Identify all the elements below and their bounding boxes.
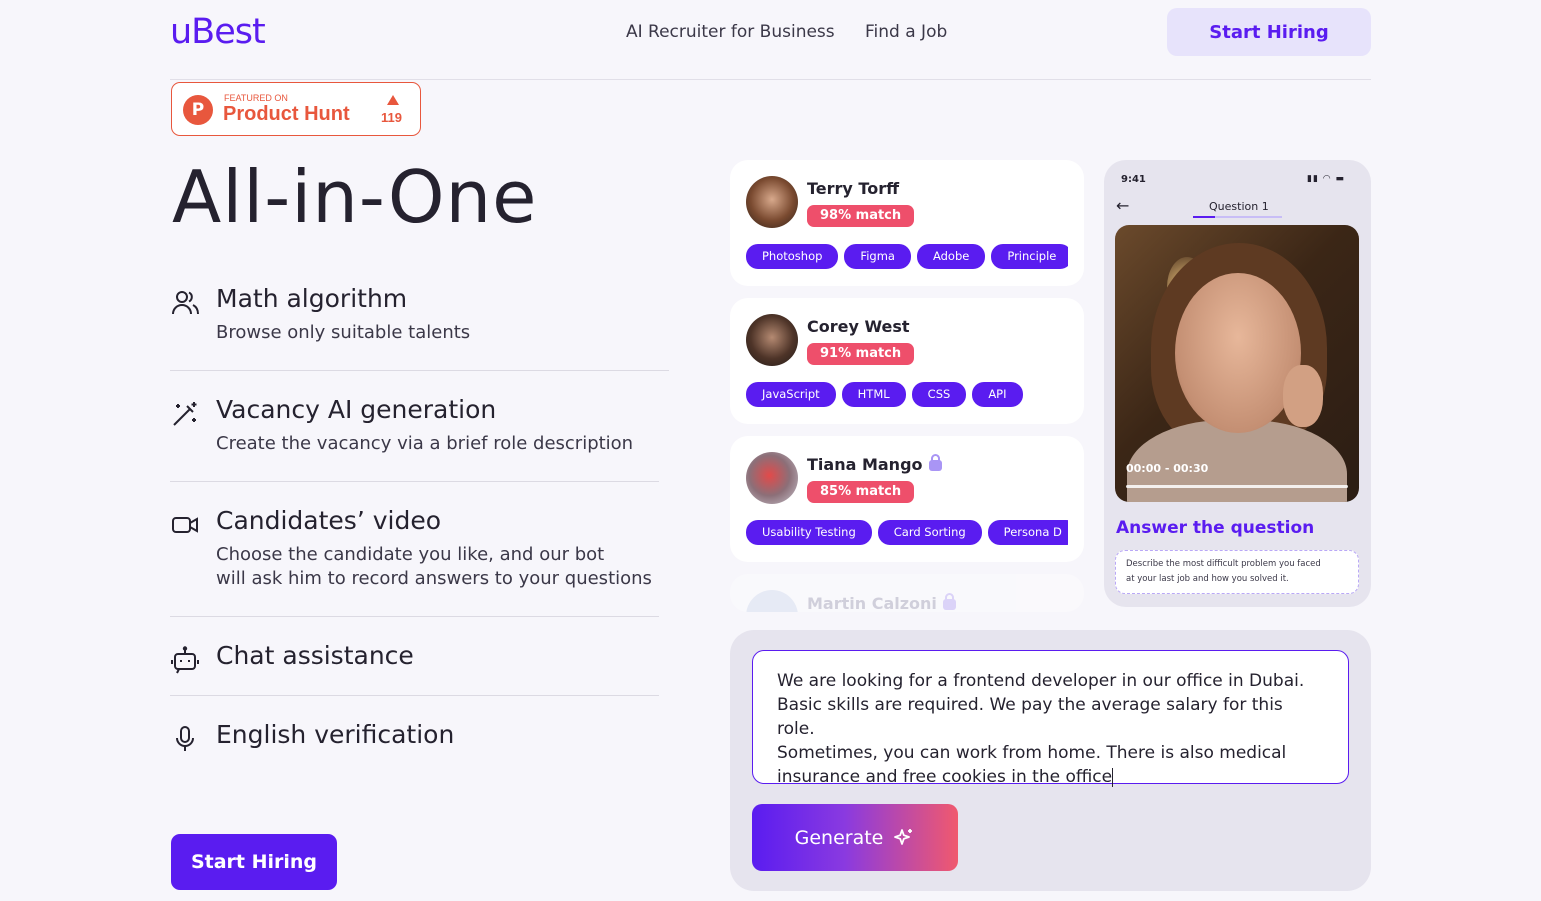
candidate-name: Terry Torff [807, 179, 900, 198]
skill-tag: Persona D [987, 520, 1068, 545]
header-divider [170, 79, 1371, 80]
back-arrow-icon[interactable]: ← [1116, 196, 1129, 215]
skill-tags: Usability Testing Card Sorting Persona D [746, 520, 1068, 545]
lock-icon [928, 454, 942, 471]
phone-mockup: 9:41 ▮▮ ◠ ▬ ← Question 1 00:00 - 00:30 A… [1104, 160, 1371, 607]
feature-description-line: will ask him to record answers to your q… [216, 568, 652, 589]
vacancy-text-line: We are looking for a frontend developer … [777, 671, 1305, 691]
status-bar-icons: ▮▮ ◠ ▬ [1307, 174, 1345, 184]
answer-question-line: at your last job and how you solved it. [1126, 574, 1289, 584]
product-hunt-votes: 119 [381, 110, 402, 125]
vacancy-text-line: insurance and free cookies in the office [777, 767, 1113, 787]
feature-title: Candidates’ video [216, 506, 442, 535]
users-icon [172, 291, 199, 315]
candidate-name-row: Tiana Mango [807, 454, 942, 474]
magic-wand-icon [173, 402, 197, 426]
skill-tag: Principle [991, 244, 1068, 269]
text-caret [1112, 768, 1114, 787]
avatar [746, 314, 798, 366]
feature-description-line: Choose the candidate you like, and our b… [216, 544, 605, 565]
video-progress-bar[interactable] [1126, 485, 1348, 488]
microphone-icon [176, 726, 194, 751]
vacancy-generator-panel: We are looking for a frontend developer … [730, 630, 1371, 891]
candidate-card[interactable]: Martin Calzoni [730, 574, 1084, 612]
feature-divider [170, 481, 659, 482]
skill-tag: Photoshop [746, 244, 839, 269]
match-badge: 85% match [807, 481, 915, 503]
avatar [746, 452, 798, 504]
skill-tag: Usability Testing [746, 520, 872, 545]
upvote-icon [387, 95, 399, 105]
feature-title: Chat assistance [216, 641, 414, 670]
generate-button[interactable]: Generate [752, 804, 958, 871]
hero-start-hiring-button[interactable]: Start Hiring [171, 834, 337, 890]
skill-tags: JavaScript HTML CSS API [746, 382, 1068, 407]
candidate-name-row: Martin Calzoni [807, 593, 956, 612]
video-person-hand [1283, 365, 1323, 427]
candidate-card[interactable]: Terry Torff 98% match Photoshop Figma Ad… [730, 160, 1084, 286]
skill-tag: CSS [911, 382, 967, 407]
skill-tag: Card Sorting [877, 520, 982, 545]
candidate-name: Corey West [807, 317, 910, 336]
feature-title: Vacancy AI generation [216, 395, 497, 424]
header-start-hiring-button[interactable]: Start Hiring [1167, 8, 1371, 56]
sparkle-icon [894, 828, 913, 845]
lock-icon [942, 593, 956, 610]
video-time: 00:00 - 00:30 [1126, 462, 1209, 475]
answer-title: Answer the question [1116, 518, 1315, 538]
product-hunt-name: Product Hunt [223, 103, 350, 125]
skill-tag: JavaScript [746, 382, 836, 407]
product-hunt-logo-icon: P [183, 95, 213, 125]
feature-divider [170, 695, 659, 696]
logo[interactable]: uBest [170, 12, 266, 52]
candidate-name: Tiana Mango [807, 455, 923, 474]
product-hunt-featured-label: FEATURED ON [224, 93, 288, 103]
feature-title: Math algorithm [216, 284, 408, 313]
vacancy-text-line: Sometimes, you can work from home. There… [777, 743, 1287, 763]
vacancy-description-input[interactable]: We are looking for a frontend developer … [752, 650, 1349, 787]
question-progress-fill [1193, 216, 1216, 218]
feature-description: Create the vacancy via a brief role desc… [216, 433, 634, 454]
match-badge: 91% match [807, 343, 915, 365]
product-hunt-badge[interactable]: P FEATURED ON Product Hunt 119 [171, 82, 421, 136]
candidate-card[interactable]: Corey West 91% match JavaScript HTML CSS… [730, 298, 1084, 424]
robot-icon [171, 646, 199, 674]
hero-title: All-in-One [172, 155, 538, 239]
video-player[interactable]: 00:00 - 00:30 [1115, 225, 1359, 502]
skill-tag: Adobe [916, 244, 986, 269]
vacancy-text-line-last: insurance and free cookies in the office [777, 765, 1324, 789]
vacancy-text-line: Basic skills are required. We pay the av… [777, 695, 1283, 739]
skill-tag: Figma [844, 244, 911, 269]
answer-question-line: Describe the most difficult problem you … [1126, 559, 1321, 569]
video-person-face [1175, 273, 1301, 433]
feature-divider [170, 616, 659, 617]
candidate-name: Martin Calzoni [807, 594, 937, 612]
generate-label: Generate [794, 826, 884, 849]
avatar [746, 176, 798, 228]
nav-ai-recruiter-link[interactable]: AI Recruiter for Business [626, 22, 835, 42]
feature-description: Browse only suitable talents [216, 322, 471, 343]
question-label: Question 1 [1209, 200, 1269, 213]
video-camera-icon [172, 517, 198, 533]
skill-tags: Photoshop Figma Adobe Principle [746, 244, 1068, 269]
feature-title: English verification [216, 720, 455, 749]
answer-question-box[interactable]: Describe the most difficult problem you … [1115, 550, 1359, 594]
skill-tag: HTML [841, 382, 906, 407]
avatar [746, 590, 798, 612]
status-bar-time: 9:41 [1121, 174, 1146, 185]
skill-tag: API [972, 382, 1023, 407]
nav-find-job-link[interactable]: Find a Job [865, 22, 947, 42]
match-badge: 98% match [807, 205, 915, 227]
question-progress [1193, 216, 1282, 218]
feature-divider [170, 370, 669, 371]
candidate-card[interactable]: Tiana Mango 85% match Usability Testing … [730, 436, 1084, 562]
